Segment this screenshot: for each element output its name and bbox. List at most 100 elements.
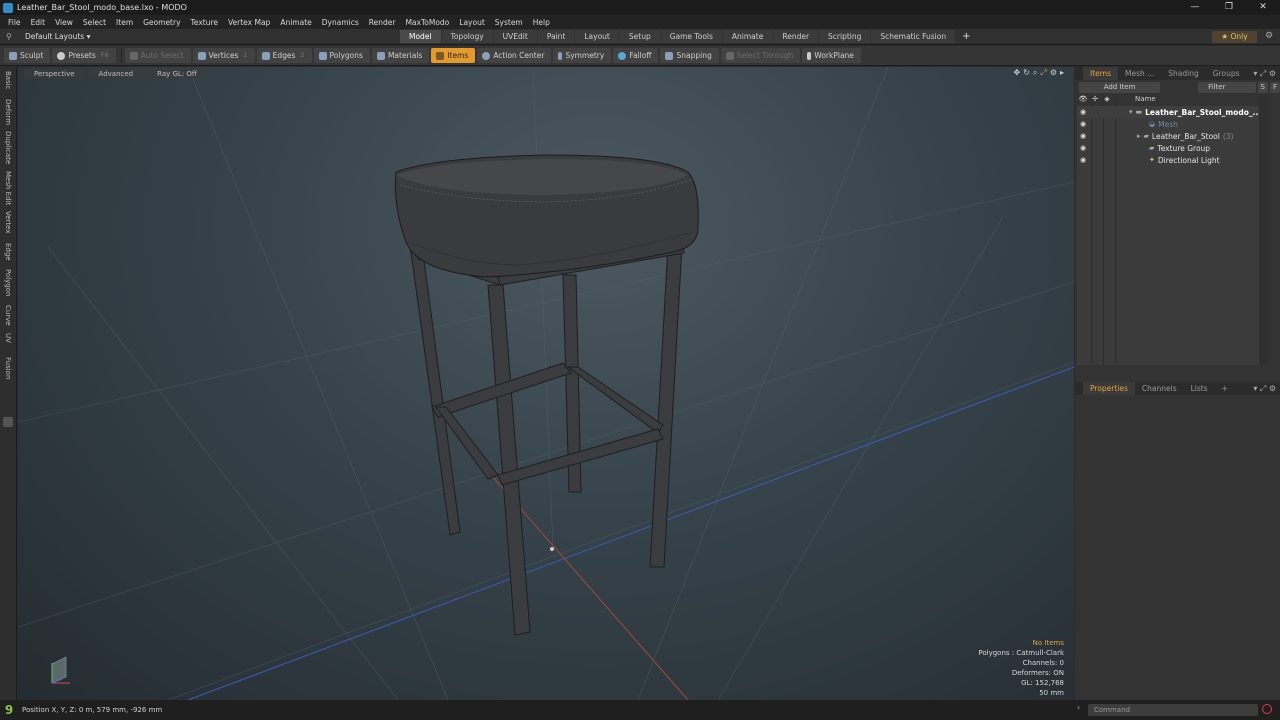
visibility-eye-icon[interactable]: ◉ xyxy=(1077,144,1089,152)
tab-model[interactable]: Model xyxy=(400,30,441,43)
menu-vertex-map[interactable]: Vertex Map xyxy=(223,18,275,27)
symmetry-button[interactable]: Symmetry xyxy=(553,48,612,63)
tab-lists[interactable]: Lists xyxy=(1184,382,1215,395)
tab-layout[interactable]: Layout xyxy=(575,30,619,43)
falloff-button[interactable]: Falloff xyxy=(613,48,659,63)
pin-icon[interactable]: ⚲ xyxy=(6,32,12,41)
tab-groups[interactable]: Groups xyxy=(1206,67,1247,80)
visibility-eye-icon[interactable]: ◉ xyxy=(1077,108,1089,116)
polygons-button[interactable]: Polygons xyxy=(313,48,370,63)
3d-viewport[interactable]: Perspective Advanced Ray GL: Off ✥ ↻ ⌕ ⤢… xyxy=(18,67,1074,700)
lefttab-basic[interactable]: Basic xyxy=(4,71,12,90)
command-history-arrow-icon[interactable]: › xyxy=(1077,703,1080,712)
name-column-header[interactable]: Name xyxy=(1135,95,1156,106)
add-item-dropdown[interactable]: Add Item xyxy=(1079,81,1161,93)
lefttab-curve[interactable]: Curve xyxy=(4,305,12,326)
menu-item[interactable]: Item xyxy=(111,18,138,27)
filter-items-button[interactable]: Filter Items xyxy=(1198,81,1256,102)
lefttab-edge[interactable]: Edge xyxy=(4,243,12,261)
auto-select-button[interactable]: Auto Select xyxy=(124,48,191,63)
menu-render[interactable]: Render xyxy=(364,18,401,27)
maximize-button[interactable]: ❐ xyxy=(1212,0,1246,15)
viewport-menu-arrow-icon[interactable]: ▸ xyxy=(1060,68,1064,78)
menu-file[interactable]: File xyxy=(3,18,26,27)
tab-uvedit[interactable]: UVEdit xyxy=(493,30,537,43)
default-layouts-dropdown[interactable]: Default Layouts ▾ xyxy=(25,32,90,41)
lefttab-deform[interactable]: Deform xyxy=(4,99,12,125)
expand-arrow-icon[interactable]: ▸ xyxy=(1137,132,1141,140)
tab-setup[interactable]: Setup xyxy=(619,30,660,43)
menu-dynamics[interactable]: Dynamics xyxy=(317,18,364,27)
collapse-arrow-icon[interactable]: ▾ xyxy=(1129,108,1133,116)
tab-paint[interactable]: Paint xyxy=(537,30,575,43)
tab-game-tools[interactable]: Game Tools xyxy=(660,30,722,43)
menu-system[interactable]: System xyxy=(490,18,528,27)
menu-animate[interactable]: Animate xyxy=(275,18,316,27)
visibility-eye-icon[interactable]: ◉ xyxy=(1077,132,1089,140)
items-button[interactable]: Items xyxy=(431,48,476,63)
record-macro-icon[interactable] xyxy=(1262,704,1272,714)
visibility-eye-icon[interactable]: ◉ xyxy=(1077,156,1089,164)
lefttab-vertex[interactable]: Vertex xyxy=(4,211,12,234)
action-center-button[interactable]: Action Center xyxy=(477,48,552,63)
lefttab-polygon[interactable]: Polygon xyxy=(4,269,12,297)
tab-scripting[interactable]: Scripting xyxy=(819,30,871,43)
tab-channels[interactable]: Channels xyxy=(1135,382,1184,395)
only-toggle-button[interactable]: ★ Only xyxy=(1212,31,1257,43)
zoom-icon[interactable]: ⌕ xyxy=(1033,68,1037,78)
f-button[interactable]: F xyxy=(1269,81,1280,93)
fit-icon[interactable]: ⤢ xyxy=(1040,68,1046,78)
vertices-button[interactable]: Vertices 1 xyxy=(192,48,255,63)
tree-row-scene[interactable]: ◉ ▾ ▬ Leather_Bar_Stool_modo_... xyxy=(1077,106,1267,118)
tree-row-mesh[interactable]: ◉ ◒ Mesh xyxy=(1077,118,1267,130)
tree-row-light[interactable]: ◉ ✦ Directional Light xyxy=(1077,154,1267,166)
menu-view[interactable]: View xyxy=(50,18,78,27)
menu-geometry[interactable]: Geometry xyxy=(138,18,185,27)
add-properties-tab-button[interactable]: + xyxy=(1215,382,1235,395)
viewport-settings-icon[interactable]: ⚙ xyxy=(1050,68,1057,78)
menu-help[interactable]: Help xyxy=(528,18,555,27)
tree-row-group[interactable]: ◉ ▸ ▰ Leather_Bar_Stool (3) xyxy=(1077,130,1267,142)
command-input[interactable]: Command xyxy=(1088,704,1258,716)
tab-render[interactable]: Render xyxy=(773,30,819,43)
menu-select[interactable]: Select xyxy=(78,18,111,27)
tab-shading[interactable]: Shading xyxy=(1161,67,1205,80)
close-button[interactable]: ✕ xyxy=(1246,0,1280,15)
tab-topology[interactable]: Topology xyxy=(441,30,493,43)
view-mode-dropdown[interactable]: Perspective xyxy=(24,68,85,79)
visibility-eye-icon[interactable]: ◉ xyxy=(1077,120,1089,128)
sculpt-button[interactable]: Sculpt xyxy=(4,48,51,63)
lefttab-mesh-edit[interactable]: Mesh Edit xyxy=(4,171,12,205)
tab-mesh[interactable]: Mesh ... xyxy=(1118,67,1161,80)
panel-options-icon[interactable]: ▾ ⤢ ⚙ xyxy=(1253,69,1280,79)
add-layout-tab-button[interactable]: + xyxy=(956,30,976,43)
pan-icon[interactable]: ✥ xyxy=(1014,68,1021,78)
lefttab-duplicate[interactable]: Duplicate xyxy=(4,131,12,164)
shading-dropdown[interactable]: Advanced xyxy=(88,68,144,79)
workplane-button[interactable]: WorkPlane xyxy=(802,48,861,63)
menu-maxtomodo[interactable]: MaxToModo xyxy=(400,18,454,27)
tab-schematic-fusion[interactable]: Schematic Fusion xyxy=(871,30,956,43)
minimize-button[interactable]: — xyxy=(1178,0,1212,15)
rotate-icon[interactable]: ↻ xyxy=(1023,68,1030,78)
menu-edit[interactable]: Edit xyxy=(26,18,51,27)
snapping-button[interactable]: Snapping xyxy=(660,48,719,63)
menu-layout[interactable]: Layout xyxy=(454,18,490,27)
select-through-button[interactable]: Select Through xyxy=(720,48,801,63)
presets-button[interactable]: Presets F6 xyxy=(52,48,116,63)
tab-properties[interactable]: Properties xyxy=(1083,382,1135,395)
panel-options-icon[interactable]: ▾ ⤢ ⚙ xyxy=(1253,384,1280,394)
s-button[interactable]: S xyxy=(1257,81,1268,93)
lefttab-uv[interactable]: UV xyxy=(4,333,12,343)
edges-button[interactable]: Edges 2 xyxy=(256,48,312,63)
left-panel-toggle-icon[interactable] xyxy=(3,417,13,427)
lefttab-fusion[interactable]: Fusion xyxy=(4,357,12,379)
raygl-toggle[interactable]: Ray GL: Off xyxy=(147,68,207,79)
tab-items[interactable]: Items xyxy=(1083,67,1118,80)
gear-icon[interactable]: ⚙ xyxy=(1265,31,1273,41)
tab-animate[interactable]: Animate xyxy=(722,30,773,43)
materials-button[interactable]: Materials xyxy=(371,48,430,63)
tree-scrollbar[interactable] xyxy=(1259,95,1267,365)
menu-texture[interactable]: Texture xyxy=(186,18,223,27)
tree-row-texture-group[interactable]: ◉ ▰ Texture Group xyxy=(1077,142,1267,154)
